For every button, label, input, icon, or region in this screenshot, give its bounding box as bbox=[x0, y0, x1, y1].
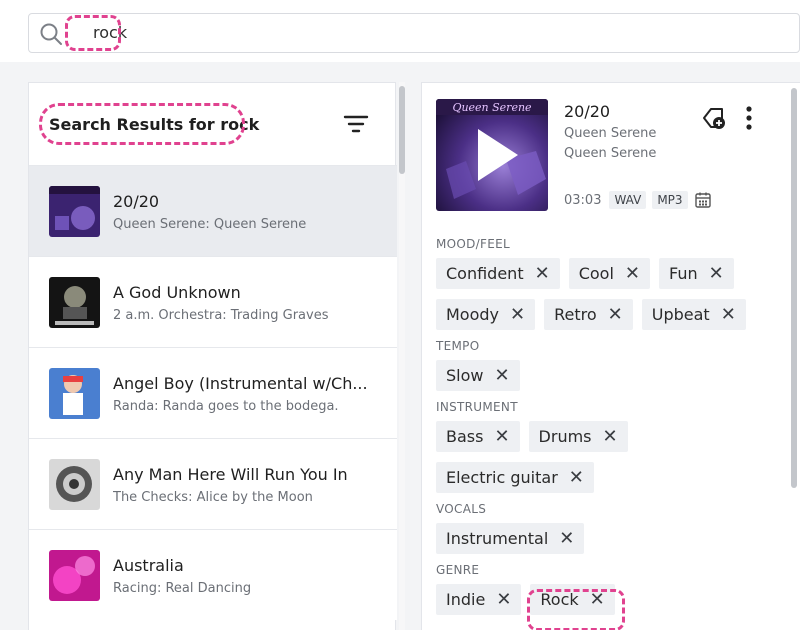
tag-label: Slow bbox=[446, 366, 484, 385]
album-cover[interactable]: Queen Serene bbox=[436, 99, 548, 211]
track-title: 20/20 bbox=[564, 102, 611, 121]
close-icon[interactable]: ✕ bbox=[559, 529, 574, 548]
tag-label: Electric guitar bbox=[446, 468, 558, 487]
track-artist: Queen Serene bbox=[564, 126, 657, 141]
close-icon[interactable]: ✕ bbox=[608, 305, 623, 324]
artist-album: 2 a.m. Orchestra: Trading Graves bbox=[113, 308, 329, 323]
tag-label: Cool bbox=[578, 264, 614, 283]
album-thumbnail bbox=[49, 186, 100, 237]
tag-chip[interactable]: Moody ✕ bbox=[436, 299, 536, 330]
tag-chip[interactable]: Cool ✕ bbox=[568, 258, 650, 289]
section-label: TEMPO bbox=[436, 339, 480, 353]
close-icon[interactable]: ✕ bbox=[494, 427, 509, 446]
tag-add-icon[interactable] bbox=[700, 105, 726, 131]
tag-chip[interactable]: Bass ✕ bbox=[436, 421, 520, 452]
more-vert-icon[interactable] bbox=[742, 105, 756, 131]
track-name: Any Man Here Will Run You In bbox=[113, 465, 348, 484]
detail-scrollbar-thumb[interactable] bbox=[791, 88, 797, 488]
tag-label: Confident bbox=[446, 264, 524, 283]
track-detail-panel: Queen Serene 20/20 Queen Serene Queen Se… bbox=[421, 82, 800, 630]
tag-label: Upbeat bbox=[651, 305, 710, 324]
tag-chip[interactable]: Fun ✕ bbox=[658, 258, 734, 289]
close-icon[interactable]: ✕ bbox=[569, 468, 584, 487]
close-icon[interactable]: ✕ bbox=[535, 264, 550, 283]
results-panel: Search Results for rock 20/20 Queen Seren… bbox=[28, 82, 397, 630]
filter-icon[interactable] bbox=[343, 113, 369, 135]
tag-chip-row: Bass ✕ Drums ✕ bbox=[436, 421, 628, 452]
track-meta: 03:03 WAV MP3 bbox=[564, 189, 712, 211]
close-icon[interactable]: ✕ bbox=[496, 590, 511, 609]
detail-scrollbar[interactable] bbox=[791, 82, 797, 630]
track-duration: 03:03 bbox=[564, 192, 602, 208]
track-name: Angel Boy (Instrumental w/Ch... bbox=[113, 374, 368, 393]
format-badge-mp3[interactable]: MP3 bbox=[652, 191, 688, 209]
close-icon[interactable]: ✕ bbox=[603, 427, 618, 446]
tag-label: Fun bbox=[668, 264, 698, 283]
section-label: MOOD/FEEL bbox=[436, 237, 510, 251]
search-query-highlight bbox=[65, 15, 121, 51]
tag-chip[interactable]: Slow ✕ bbox=[436, 360, 520, 391]
tag-chip[interactable]: Retro ✕ bbox=[544, 299, 633, 330]
section-label: VOCALS bbox=[436, 502, 487, 516]
list-item[interactable]: A God Unknown 2 a.m. Orchestra: Trading G… bbox=[29, 256, 397, 347]
artist-album: Queen Serene: Queen Serene bbox=[113, 217, 307, 232]
list-item[interactable]: 20/20 Queen Serene: Queen Serene bbox=[29, 165, 397, 256]
close-icon[interactable]: ✕ bbox=[625, 264, 640, 283]
section-label: GENRE bbox=[436, 563, 480, 577]
tag-chip[interactable]: Confident ✕ bbox=[436, 258, 560, 289]
tag-label: Instrumental bbox=[446, 529, 549, 548]
tag-label: Bass bbox=[446, 427, 484, 446]
section-label: INSTRUMENT bbox=[436, 400, 518, 414]
artist-album: Randa: Randa goes to the bodega. bbox=[113, 399, 339, 414]
close-icon[interactable]: ✕ bbox=[494, 366, 509, 385]
tag-chip[interactable]: Drums ✕ bbox=[528, 421, 628, 452]
track-name: 20/20 bbox=[113, 192, 160, 211]
tag-chip-row: Electric guitar ✕ bbox=[436, 462, 594, 493]
tag-chip-row: Confident ✕ Cool ✕ Fun ✕ bbox=[436, 258, 734, 289]
track-album: Queen Serene bbox=[564, 146, 657, 161]
results-list: 20/20 Queen Serene: Queen Serene A God Unk… bbox=[29, 165, 397, 620]
results-scrollbar-thumb[interactable] bbox=[399, 86, 405, 174]
album-thumbnail bbox=[49, 368, 100, 419]
tag-chip-row: Instrumental ✕ bbox=[436, 523, 585, 554]
tag-chip[interactable]: Indie ✕ bbox=[436, 584, 522, 615]
top-bar: rock bbox=[0, 0, 800, 62]
artist-album: Racing: Real Dancing bbox=[113, 581, 252, 596]
close-icon[interactable]: ✕ bbox=[510, 305, 525, 324]
track-name: Australia bbox=[113, 556, 184, 575]
album-thumbnail bbox=[49, 550, 100, 601]
results-scrollbar[interactable] bbox=[399, 82, 405, 630]
genre-rock-highlight bbox=[527, 589, 625, 630]
list-item[interactable]: Australia Racing: Real Dancing bbox=[29, 529, 397, 620]
format-badge-wav[interactable]: WAV bbox=[609, 191, 647, 209]
list-item[interactable]: Angel Boy (Instrumental w/Ch... Randa: Ra… bbox=[29, 347, 397, 438]
search-input[interactable]: rock bbox=[28, 13, 800, 53]
tag-label: Indie bbox=[446, 590, 486, 609]
tag-chip[interactable]: Upbeat ✕ bbox=[641, 299, 746, 330]
results-heading-highlight bbox=[39, 103, 245, 145]
track-name: A God Unknown bbox=[113, 283, 241, 302]
list-item[interactable]: Any Man Here Will Run You In The Checks: … bbox=[29, 438, 397, 529]
tag-chip[interactable]: Electric guitar ✕ bbox=[436, 462, 594, 493]
play-icon[interactable] bbox=[436, 99, 548, 211]
tag-label: Drums bbox=[538, 427, 592, 446]
album-thumbnail bbox=[49, 277, 100, 328]
tag-chip-row: Moody ✕ Retro ✕ Upbeat ✕ bbox=[436, 299, 746, 330]
tag-chip[interactable]: Instrumental ✕ bbox=[436, 523, 585, 554]
search-icon bbox=[40, 23, 62, 45]
tag-chip-row: Slow ✕ bbox=[436, 360, 520, 391]
artist-album: The Checks: Alice by the Moon bbox=[113, 490, 313, 505]
close-icon[interactable]: ✕ bbox=[709, 264, 724, 283]
tag-label: Retro bbox=[554, 305, 597, 324]
album-thumbnail bbox=[49, 459, 100, 510]
tag-label: Moody bbox=[446, 305, 500, 324]
close-icon[interactable]: ✕ bbox=[721, 305, 736, 324]
calendar-icon[interactable] bbox=[694, 191, 712, 209]
